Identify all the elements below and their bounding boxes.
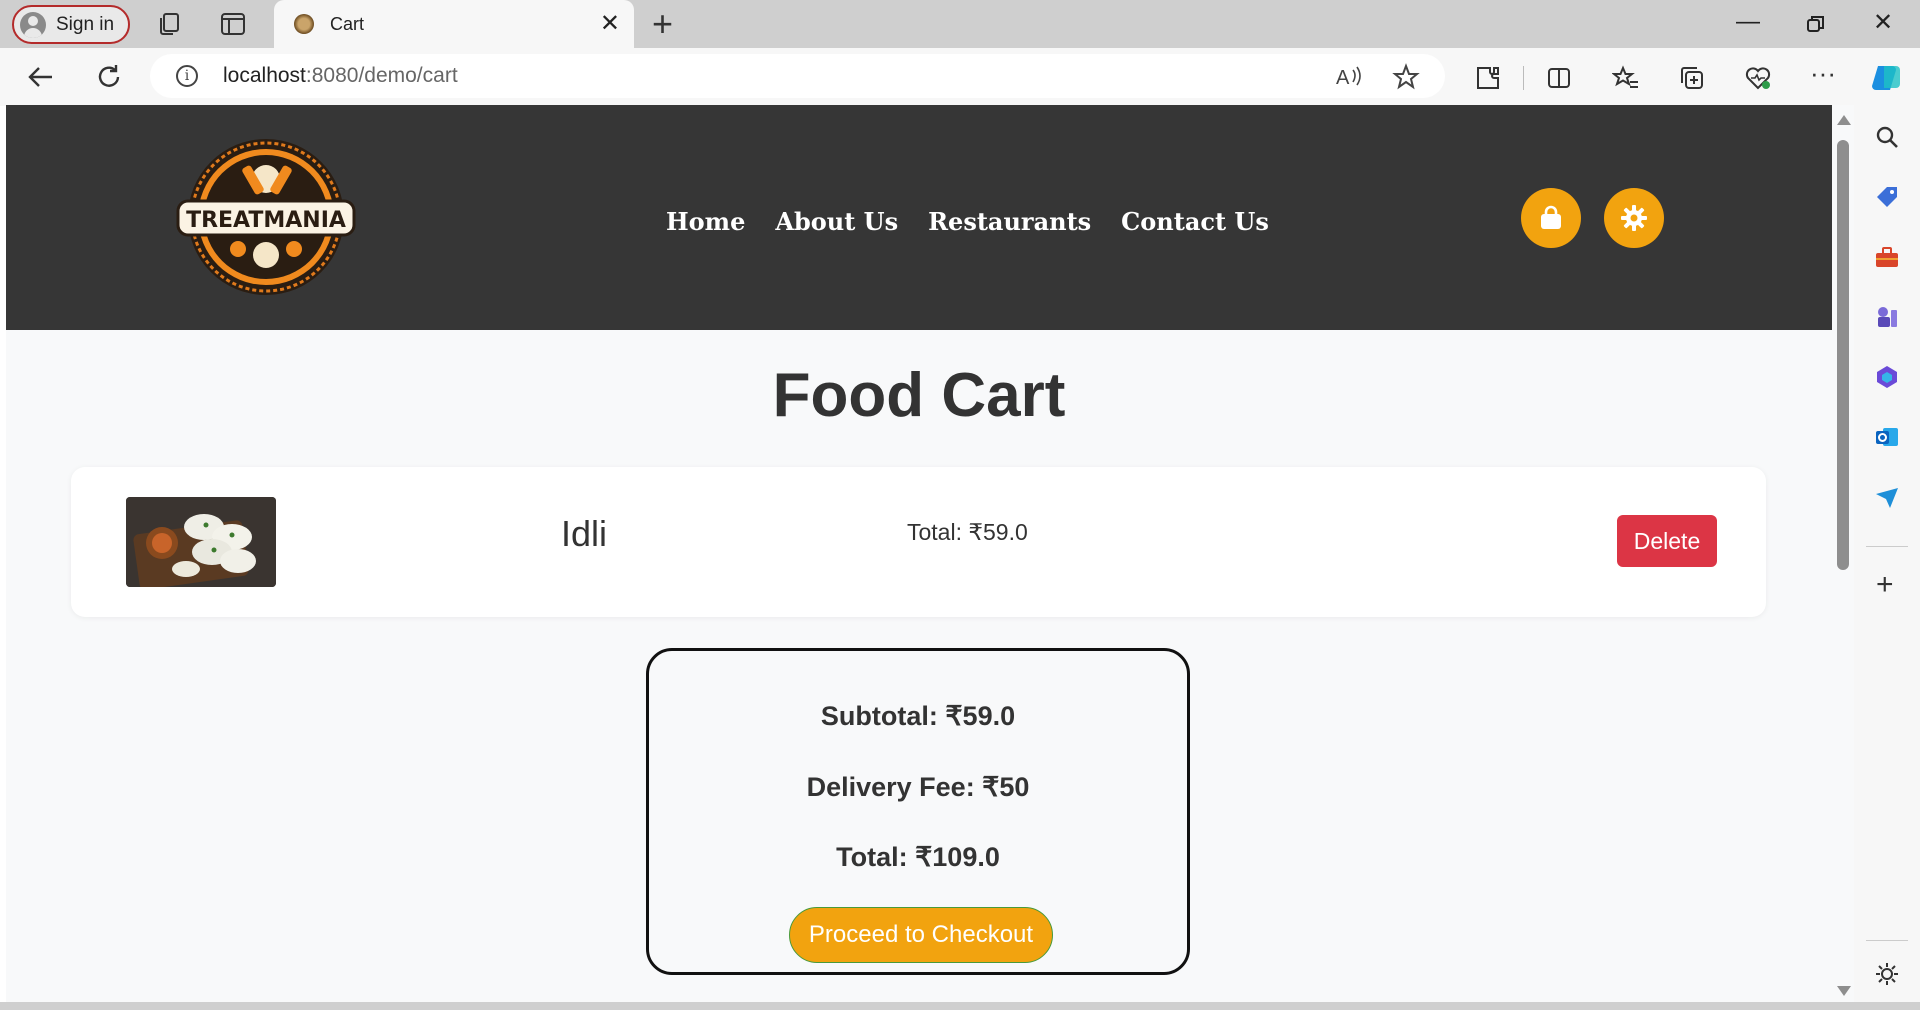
gear-icon <box>1621 205 1647 231</box>
item-total: Total: ₹59.0 <box>907 519 1028 545</box>
browser-toolbar: i localhost:8080/demo/cart A ··· <box>0 48 1920 106</box>
tab-actions-icon[interactable] <box>219 10 247 38</box>
outlook-icon[interactable] <box>1874 424 1900 450</box>
back-icon[interactable] <box>26 62 56 92</box>
scroll-thumb[interactable] <box>1837 140 1849 570</box>
send-icon[interactable] <box>1874 484 1900 510</box>
scroll-down-icon[interactable] <box>1837 986 1851 996</box>
sign-in-button[interactable]: Sign in <box>12 5 130 44</box>
subtotal: Subtotal: ₹59.0 <box>820 701 1016 731</box>
sidebar-divider <box>1866 940 1908 941</box>
toolbox-icon[interactable] <box>1874 244 1900 270</box>
delete-button[interactable]: Delete <box>1617 515 1717 567</box>
shopping-tag-icon[interactable] <box>1874 184 1900 210</box>
search-icon[interactable] <box>1874 124 1900 150</box>
svg-text:TREATMANIA: TREATMANIA <box>186 208 346 233</box>
url-text: localhost:8080/demo/cart <box>223 64 458 87</box>
favorites-icon[interactable] <box>1612 64 1640 92</box>
nav-contact-us[interactable]: Contact Us <box>1121 207 1269 236</box>
favorite-star-icon[interactable] <box>1392 63 1420 91</box>
nav-restaurants[interactable]: Restaurants <box>928 207 1091 236</box>
games-icon[interactable] <box>1874 304 1900 330</box>
workspaces-icon[interactable] <box>155 10 183 38</box>
close-tab-icon[interactable]: ✕ <box>600 12 620 36</box>
close-window-icon[interactable]: ✕ <box>1873 8 1893 37</box>
svg-text:A: A <box>1336 67 1350 88</box>
profile-icon <box>20 11 46 38</box>
settings-button[interactable] <box>1604 188 1664 248</box>
page-title: Food Cart <box>772 361 1066 430</box>
read-aloud-icon[interactable]: A <box>1336 64 1364 88</box>
split-screen-icon[interactable] <box>1545 64 1573 92</box>
cart-item: Idli Total: ₹59.0 Delete <box>71 467 1766 617</box>
add-icon[interactable]: + <box>1876 570 1894 600</box>
scroll-up-icon[interactable] <box>1837 115 1851 125</box>
collections-icon[interactable] <box>1678 64 1706 92</box>
delivery-fee: Delivery Fee: ₹50 <box>806 772 1030 802</box>
more-options-icon[interactable]: ··· <box>1810 58 1836 89</box>
restore-icon[interactable] <box>1806 14 1826 34</box>
refresh-icon[interactable] <box>94 62 124 92</box>
item-name: Idli <box>561 513 608 554</box>
sidebar-settings-icon[interactable] <box>1874 961 1900 987</box>
page-scrollbar[interactable] <box>1832 105 1854 1002</box>
toolbar-divider <box>1523 66 1524 90</box>
site-header: TREATMANIA Home About Us Restaurants Con… <box>6 105 1832 330</box>
site-favicon <box>294 14 314 34</box>
cart-button[interactable] <box>1521 188 1581 248</box>
site-info-icon[interactable]: i <box>176 65 198 87</box>
order-summary: Subtotal: ₹59.0 Delivery Fee: ₹50 Total:… <box>646 648 1190 975</box>
sidebar-divider <box>1866 546 1908 547</box>
minimize-icon[interactable]: — <box>1736 8 1760 36</box>
window-bottom-edge <box>0 1002 1920 1010</box>
food-image <box>126 497 276 587</box>
proceed-to-checkout-button[interactable]: Proceed to Checkout <box>789 907 1053 963</box>
copilot-icon[interactable] <box>1870 62 1904 94</box>
main-nav: Home About Us Restaurants Contact Us <box>666 207 1269 236</box>
new-tab-button[interactable]: + <box>652 6 673 42</box>
address-bar[interactable]: i localhost:8080/demo/cart A <box>150 54 1445 98</box>
edge-sidebar: + <box>1854 106 1920 1010</box>
sign-in-label: Sign in <box>56 13 115 35</box>
nav-about-us[interactable]: About Us <box>775 207 898 236</box>
tab-title: Cart <box>330 13 365 34</box>
browser-essentials-icon[interactable] <box>1744 64 1772 92</box>
microsoft-365-icon[interactable] <box>1874 364 1900 390</box>
treatmania-logo[interactable]: TREATMANIA <box>176 137 356 297</box>
extensions-icon[interactable] <box>1474 64 1502 92</box>
nav-home[interactable]: Home <box>666 207 745 236</box>
shopping-bag-icon <box>1541 205 1561 229</box>
page-viewport: TREATMANIA Home About Us Restaurants Con… <box>6 105 1832 1002</box>
browser-tab-bar: Sign in Cart ✕ + — ✕ <box>0 0 1920 48</box>
grand-total: Total: ₹109.0 <box>836 842 1000 872</box>
tab-cart[interactable]: Cart ✕ <box>274 0 634 48</box>
